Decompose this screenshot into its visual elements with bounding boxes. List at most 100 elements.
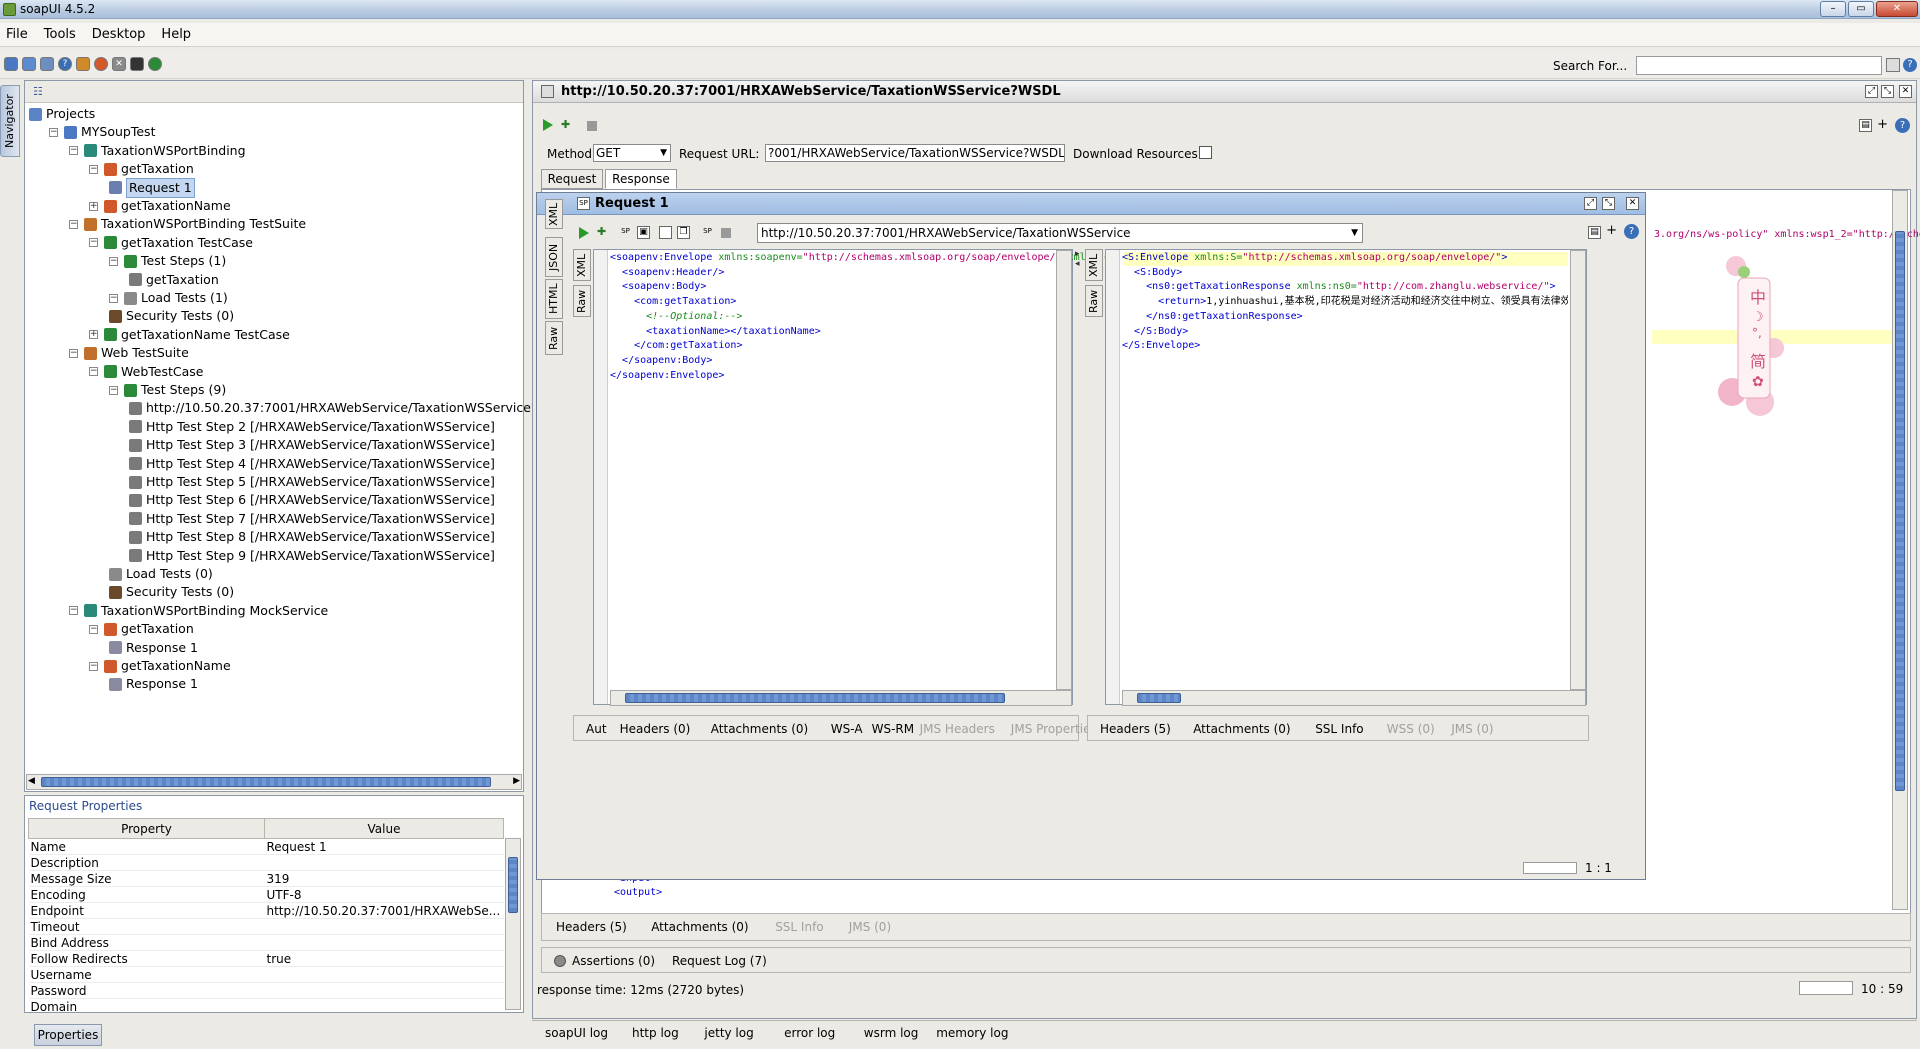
clone-request-icon[interactable]: SP [701,226,714,239]
scroll-left-icon[interactable]: ◀ [28,776,35,786]
bottom-tab[interactable]: JMS (0) [1451,722,1493,736]
log-tab[interactable]: soapUI log [545,1026,608,1040]
tools-icon[interactable]: ✕ [112,57,126,71]
tree-node[interactable]: − Web TestSuite [69,344,189,362]
tree-node[interactable]: Response 1 [109,675,198,693]
ime-punctuation-icon[interactable]: °, [1752,326,1762,340]
log-tab[interactable]: error log [784,1026,835,1040]
resp-vtab-raw[interactable]: Raw [1085,285,1103,317]
splitter-arrows-icon[interactable]: ▸ ◂ [1075,249,1080,269]
tree-node[interactable]: Http Test Step 9 [/HRXAWebService/Taxati… [129,547,495,565]
ime-simplified-icon[interactable]: 简 [1750,348,1766,372]
tree-expander-icon[interactable]: − [109,256,118,266]
tab-view-icon[interactable]: ❐ [677,226,690,239]
tree-expander-icon[interactable]: − [89,238,98,248]
tree-node[interactable]: Request 1 [109,177,195,198]
bottom-tab[interactable]: JMS (0) [849,920,891,934]
tree-expander-icon[interactable]: − [89,661,98,671]
tree-node[interactable]: − TaxationWSPortBinding [69,142,246,160]
bottom-tab[interactable]: WS-RM [872,722,915,736]
resp-vertical-scrollbar[interactable] [1570,250,1586,690]
search-input[interactable] [1636,56,1882,75]
property-row[interactable]: Encoding UTF-8 [28,886,504,903]
tree-node[interactable]: − getTaxation [89,160,194,178]
assertions-tab[interactable]: Assertions (0) [572,954,655,968]
tree-node[interactable]: Security Tests (0) [109,583,234,601]
bottom-tab[interactable]: WSS (0) [1387,722,1435,736]
tab-request[interactable]: Request [541,169,603,189]
property-row[interactable]: Username [28,966,504,983]
response-xml-editor[interactable]: <S:Envelope xmlns:S="http://schemas.xmls… [1105,249,1587,706]
tree-expander-icon[interactable]: − [69,348,78,358]
vtab-xml[interactable]: XML [545,199,563,229]
property-row[interactable]: Endpoint http://10.50.20.37:7001/HRXAWebS… [28,902,504,919]
new-project-icon[interactable] [4,57,18,71]
tree-expander-icon[interactable]: − [89,367,98,377]
tree-expander-icon[interactable]: − [109,293,118,303]
add-assertion-icon[interactable]: ✚ [561,118,570,131]
tree-node[interactable]: Response 1 [109,639,198,657]
property-row[interactable]: Password [28,982,504,999]
bottom-tab[interactable]: SSL Info [1315,722,1363,736]
tree-node[interactable]: Http Test Step 8 [/HRXAWebService/Taxati… [129,528,495,546]
property-value[interactable] [264,998,504,1015]
tree-node[interactable]: + getTaxationName [89,197,231,215]
request-horizontal-scrollbar[interactable] [610,690,1072,706]
scroll-right-icon[interactable]: ▶ [513,776,520,786]
property-value[interactable]: 319 [264,870,504,887]
proxy-icon[interactable] [130,57,144,71]
tree-node[interactable]: Http Test Step 7 [/HRXAWebService/Taxati… [129,510,495,528]
help-icon[interactable]: ? [1903,58,1917,72]
request-help-icon[interactable]: ? [1624,224,1639,239]
maximize-button[interactable]: ▭ [1848,1,1874,17]
resp-hscroll-thumb[interactable] [1137,693,1181,703]
wsdl-icon[interactable]: SP [619,226,632,239]
value-column-header[interactable]: Value [264,818,504,839]
tree-scroll-thumb[interactable] [41,777,491,787]
property-row[interactable]: Name Request 1 [28,838,504,855]
property-row[interactable]: Message Size 319 [28,870,504,887]
tree-expander-icon[interactable]: + [89,201,98,211]
editor-options-icon[interactable]: ▤ [1859,119,1872,132]
tree-node[interactable]: Http Test Step 3 [/HRXAWebService/Taxati… [129,436,495,454]
add-icon[interactable]: + [1877,117,1888,132]
property-value[interactable] [264,854,504,871]
vtab-json[interactable]: JSON [545,237,563,277]
request-hscroll-thumb[interactable] [625,693,1005,703]
bottom-tab[interactable]: Headers (0) [620,722,691,736]
tree-node[interactable]: Security Tests (0) [109,307,234,325]
tab-response[interactable]: Response [605,169,677,189]
tree-node[interactable]: Http Test Step 5 [/HRXAWebService/Taxati… [129,473,495,491]
tree-node[interactable]: − MYSoupTest [49,123,155,141]
properties-tab[interactable]: Properties [34,1024,102,1046]
tree-expander-icon[interactable]: − [69,219,78,229]
property-row[interactable]: Follow Redirects true [28,950,504,967]
ime-chinese-icon[interactable]: 中 [1750,284,1766,308]
log-tab[interactable]: http log [632,1026,679,1040]
log-tab[interactable]: jetty log [704,1026,753,1040]
collapse-all-icon[interactable]: ☷ [33,85,43,98]
tree-node[interactable]: − Load Tests (1) [109,289,228,307]
bottom-tab[interactable]: Aut [586,722,607,736]
response-vscroll-thumb[interactable] [1895,231,1905,791]
request-options-icon[interactable]: ▤ [1588,226,1601,239]
tree-node[interactable]: http://10.50.20.37:7001/HRXAWebService/T… [129,399,546,417]
bottom-tab[interactable]: Headers (5) [1100,722,1171,736]
property-value[interactable] [264,934,504,951]
vtab-raw[interactable]: Raw [545,321,563,355]
property-value[interactable]: UTF-8 [264,886,504,903]
tree-expander-icon[interactable]: − [49,127,58,137]
format-icon[interactable]: ▣ [637,226,650,239]
tree-node[interactable]: − getTaxation [89,620,194,638]
trial-icon[interactable] [76,57,90,71]
tree-node[interactable]: Projects [29,105,95,123]
tree-expander-icon[interactable]: − [69,146,78,156]
stop-icon[interactable] [587,121,597,131]
menu-file[interactable]: File [6,27,28,42]
property-column-header[interactable]: Property [28,818,265,839]
property-value[interactable] [264,982,504,999]
tree-node[interactable]: − TaxationWSPortBinding MockService [69,602,328,620]
property-value[interactable] [264,966,504,983]
maximize-request-icon[interactable]: ⤡ [1602,197,1615,210]
properties-scrollbar[interactable] [505,838,521,1010]
